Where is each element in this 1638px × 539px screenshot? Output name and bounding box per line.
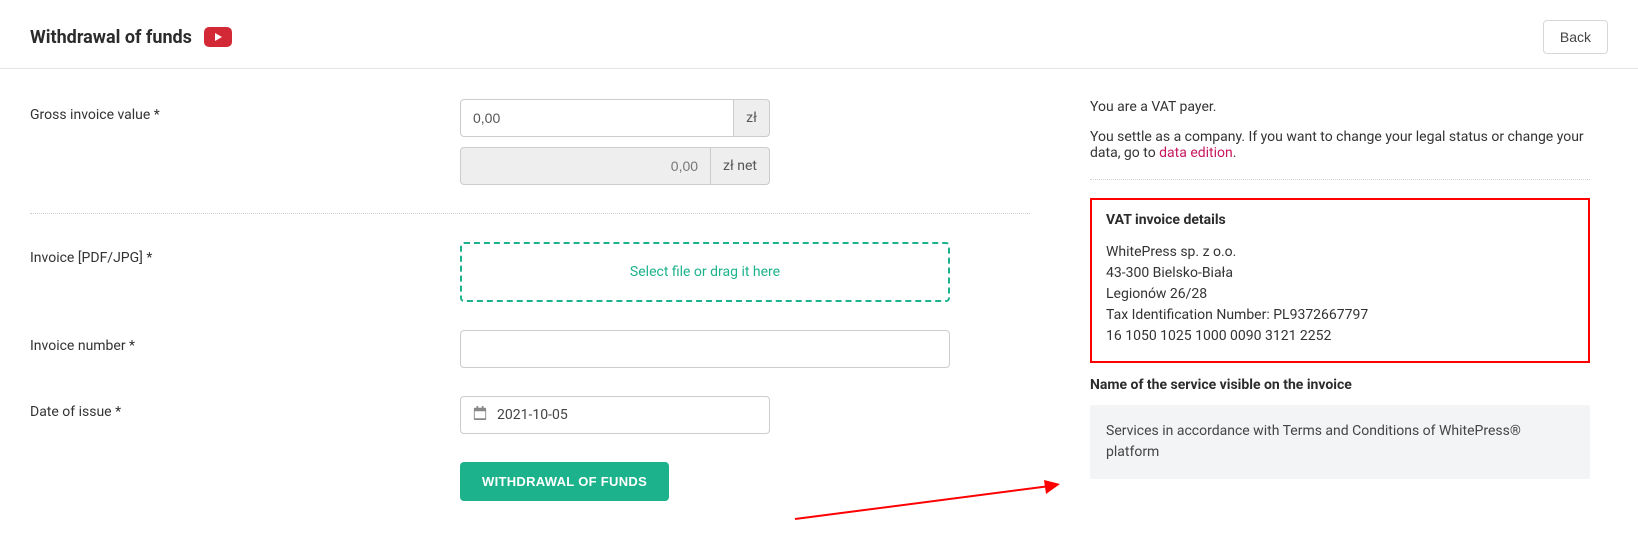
invoice-number-input[interactable] <box>460 330 950 368</box>
file-controls: Select file or drag it here <box>460 242 960 302</box>
page-title: Withdrawal of funds <box>30 27 192 48</box>
tax-id: Tax Identification Number: PL9372667797 <box>1106 305 1574 326</box>
service-description-box: Services in accordance with Terms and Co… <box>1090 405 1590 479</box>
submit-controls: WITHDRAWAL OF FUNDS <box>460 442 960 501</box>
date-value: 2021-10-05 <box>497 407 757 423</box>
company-city: 43-300 Bielsko-Biała <box>1106 263 1574 284</box>
vat-invoice-details-box: VAT invoice details WhitePress sp. z o.o… <box>1090 198 1590 363</box>
date-input[interactable]: 2021-10-05 <box>460 396 770 434</box>
file-label: Invoice [PDF/JPG] * <box>30 242 460 266</box>
service-name-label: Name of the service visible on the invoi… <box>1090 377 1590 393</box>
file-drop-zone[interactable]: Select file or drag it here <box>460 242 950 302</box>
gross-invoice-row: Gross invoice value * zł zł net <box>30 99 1030 195</box>
gross-value-input[interactable] <box>460 99 734 137</box>
gross-input-group: zł <box>460 99 770 137</box>
date-row: Date of issue * 2021-10-05 <box>30 396 1030 434</box>
content-area: Gross invoice value * zł zł net Invoice … <box>0 69 1638 539</box>
calendar-icon <box>473 406 487 424</box>
invoice-number-row: Invoice number * <box>30 330 1030 368</box>
side-divider <box>1090 179 1590 180</box>
gross-suffix: zł <box>734 99 770 137</box>
vat-payer-text: You are a VAT payer. <box>1090 99 1590 115</box>
header-left: Withdrawal of funds <box>30 27 232 48</box>
back-button[interactable]: Back <box>1543 20 1608 54</box>
submit-spacer <box>30 442 460 450</box>
settle-suffix: . <box>1233 145 1237 161</box>
page-header: Withdrawal of funds Back <box>0 0 1638 69</box>
data-edition-link[interactable]: data edition <box>1159 145 1233 161</box>
invoice-details-title: VAT invoice details <box>1106 212 1574 228</box>
withdrawal-submit-button[interactable]: WITHDRAWAL OF FUNDS <box>460 462 669 501</box>
bank-account: 16 1050 1025 1000 0090 3121 2252 <box>1106 326 1574 347</box>
invoice-number-controls <box>460 330 960 368</box>
gross-invoice-label: Gross invoice value * <box>30 99 460 123</box>
net-value-display <box>460 147 711 185</box>
net-input-group: zł net <box>460 147 770 185</box>
invoice-number-label: Invoice number * <box>30 330 460 354</box>
date-controls: 2021-10-05 <box>460 396 960 434</box>
form-column: Gross invoice value * zł zł net Invoice … <box>30 99 1030 509</box>
date-label: Date of issue * <box>30 396 460 420</box>
settle-text: You settle as a company. If you want to … <box>1090 129 1590 161</box>
gross-invoice-controls: zł zł net <box>460 99 960 195</box>
net-suffix: zł net <box>711 147 770 185</box>
company-name: WhitePress sp. z o.o. <box>1106 242 1574 263</box>
main-container: Gross invoice value * zł zł net Invoice … <box>0 69 1638 539</box>
company-street: Legionów 26/28 <box>1106 284 1574 305</box>
youtube-icon[interactable] <box>204 27 232 47</box>
divider <box>30 213 1030 214</box>
file-row: Invoice [PDF/JPG] * Select file or drag … <box>30 242 1030 302</box>
submit-row: WITHDRAWAL OF FUNDS <box>30 442 1030 501</box>
info-column: You are a VAT payer. You settle as a com… <box>1090 99 1590 509</box>
